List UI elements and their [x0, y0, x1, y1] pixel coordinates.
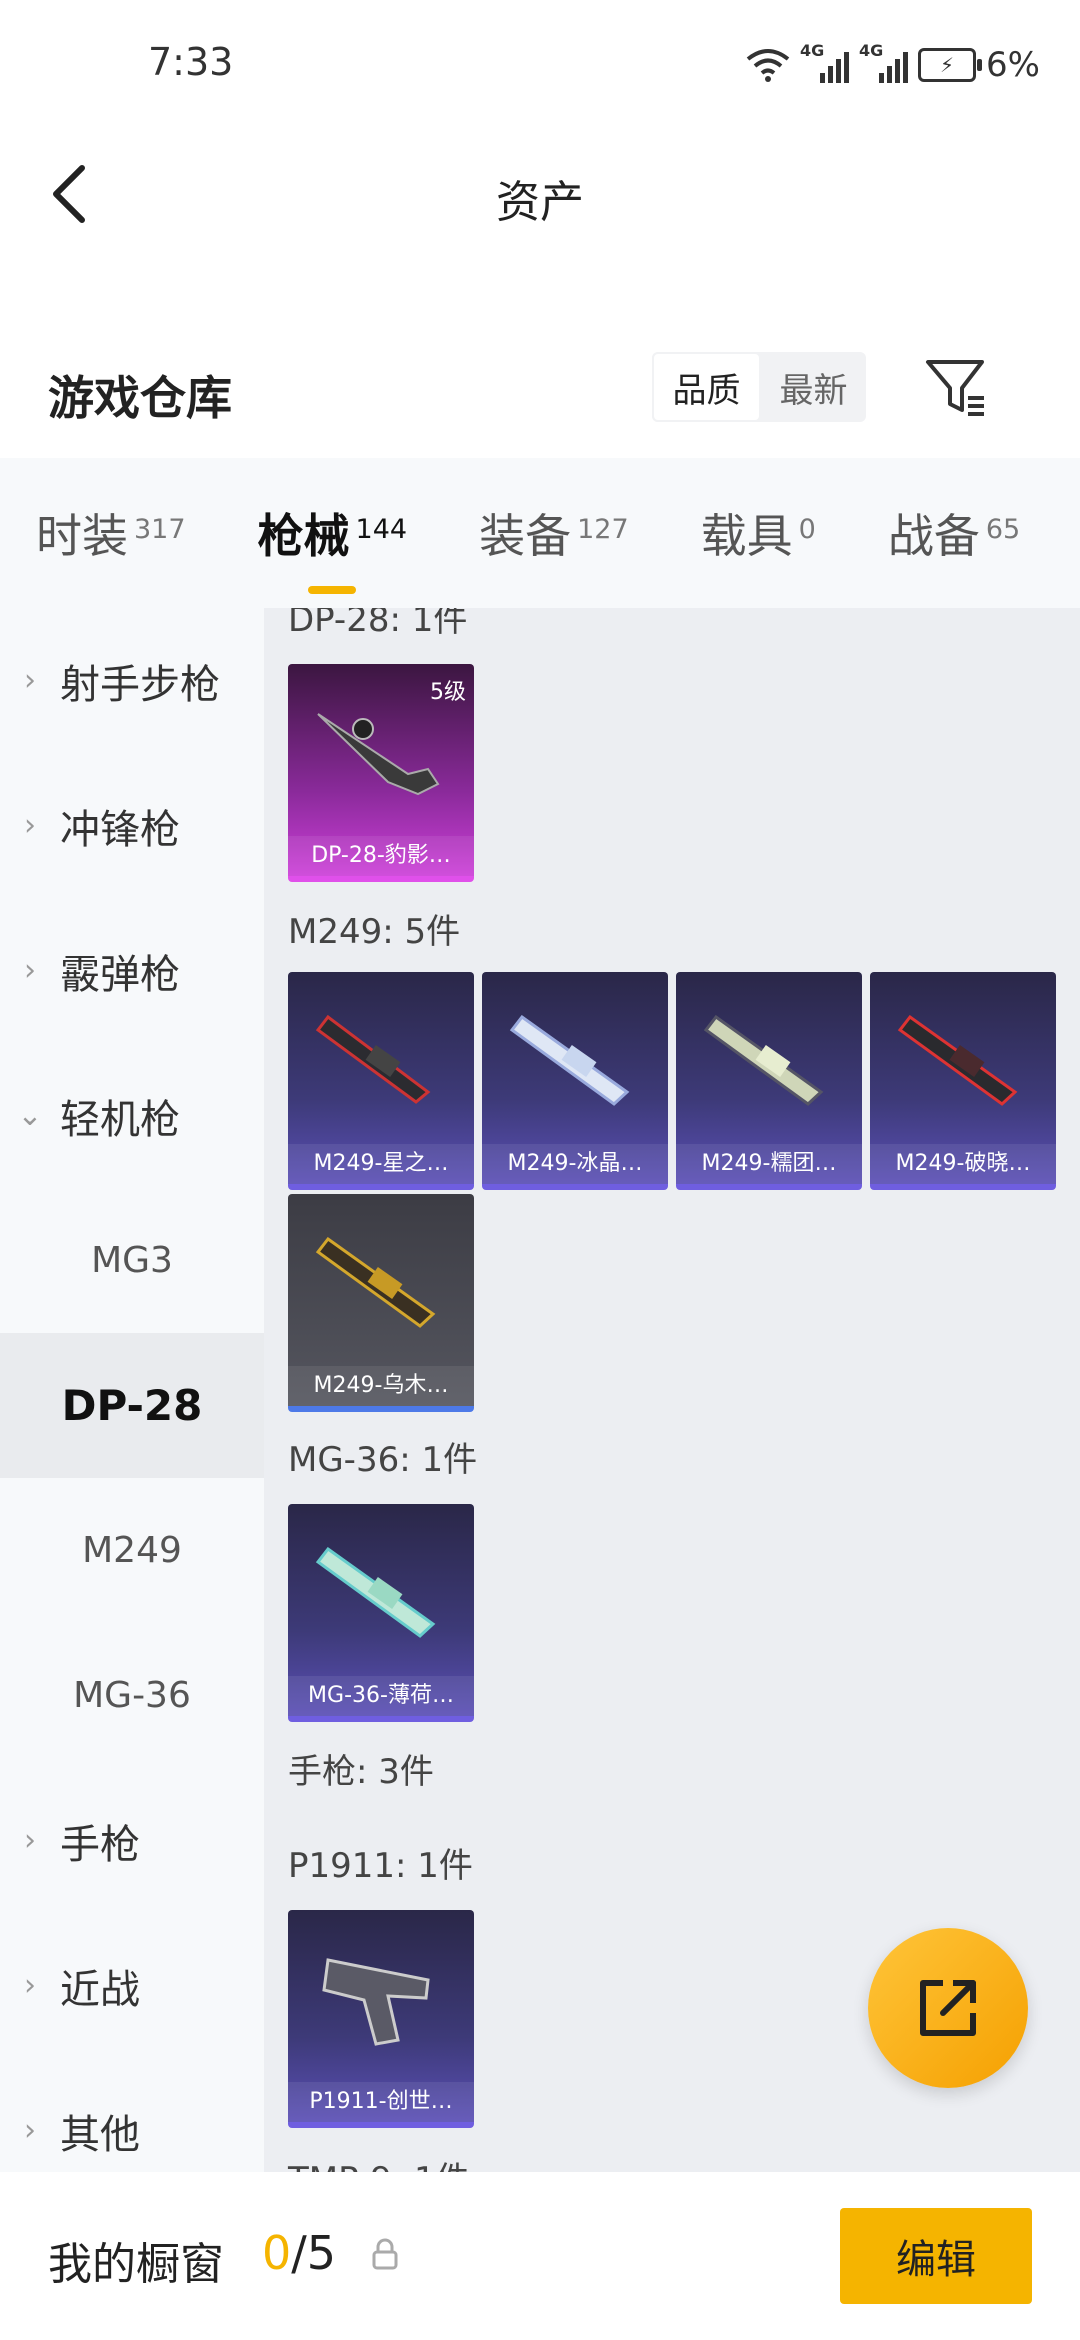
item-card[interactable]: M249-星之…	[288, 972, 474, 1190]
warehouse-header: 游戏仓库 品质 最新	[0, 340, 1080, 460]
item-name: M249-冰晶…	[482, 1144, 668, 1184]
app-header: 资产	[0, 130, 1080, 260]
chevron-right-icon: ›	[24, 808, 36, 843]
sidebar-item-pistol[interactable]: › 手枪	[0, 1768, 264, 1913]
lmg-weapon-icon	[703, 1014, 824, 1106]
sidebar-item-marksman-rifle[interactable]: › 射手步枪	[0, 608, 264, 753]
group-title-m249: M249: 5件	[288, 912, 461, 952]
lmg-weapon-icon	[897, 1014, 1018, 1106]
tab-supplies[interactable]: 战备 65	[888, 500, 1020, 566]
tab-equipment[interactable]: 装备 127	[479, 500, 629, 566]
tab-guns[interactable]: 枪械 144	[258, 500, 407, 594]
sidebar-item-smg[interactable]: › 冲锋枪	[0, 753, 264, 898]
pistol-weapon-icon	[322, 1958, 430, 2046]
item-name: P1911-创世…	[288, 2082, 474, 2122]
status-bar: 7:33 4G 4G ⚡ 6%	[0, 0, 1080, 130]
filter-icon[interactable]	[920, 352, 992, 424]
chevron-right-icon: ›	[24, 2113, 36, 2148]
wifi-icon	[746, 49, 790, 82]
page-title: 资产	[496, 177, 584, 228]
chevron-down-icon: ⌄	[17, 1098, 43, 1133]
item-card[interactable]: MG-36-薄荷…	[288, 1504, 474, 1722]
showcase-count: 0/5	[262, 2226, 337, 2280]
sidebar-subitem-m249[interactable]: M249	[0, 1478, 264, 1623]
item-card[interactable]: 5级 DP-28-豹影…	[288, 664, 474, 882]
item-name: DP-28-豹影…	[288, 836, 474, 876]
lmg-weapon-icon	[315, 1236, 436, 1328]
group-title-pistol: 手枪: 3件	[288, 1752, 434, 1792]
showcase-bar: 我的橱窗 0/5 编辑	[0, 2172, 1080, 2340]
chevron-right-icon: ›	[24, 1968, 36, 2003]
tab-fashion[interactable]: 时装 317	[36, 500, 186, 566]
item-name: M249-糯团…	[676, 1144, 862, 1184]
chevron-right-icon: ›	[24, 953, 36, 988]
weapon-category-sidebar: › 射手步枪 › 冲锋枪 › 霰弹枪 ⌄ 轻机枪 MG3 DP-28 M249 MG-3…	[0, 608, 264, 2172]
external-link-icon	[920, 1980, 976, 2036]
signal-icon-2: 4G	[859, 41, 909, 83]
tab-vehicles[interactable]: 载具 0	[701, 500, 816, 566]
lock-icon	[372, 2238, 398, 2270]
sidebar-item-lmg[interactable]: ⌄ 轻机枪	[0, 1043, 264, 1188]
item-card[interactable]: M249-破晓…	[870, 972, 1056, 1190]
group-title-tmp9: TMP-9: 1件	[288, 2152, 470, 2172]
lmg-weapon-icon	[317, 713, 440, 796]
lmg-weapon-icon	[315, 1546, 436, 1638]
clock: 7:33	[148, 40, 234, 84]
item-card[interactable]: M249-乌木…	[288, 1194, 474, 1412]
item-card[interactable]: M249-糯团…	[676, 972, 862, 1190]
lmg-weapon-icon	[509, 1014, 630, 1106]
sort-quality-button[interactable]: 品质	[652, 352, 761, 422]
status-icons: 4G 4G ⚡ 6%	[746, 40, 1040, 90]
chevron-right-icon: ›	[24, 663, 36, 698]
item-card[interactable]: M249-冰晶…	[482, 972, 668, 1190]
active-tab-indicator	[307, 586, 356, 594]
share-button[interactable]	[868, 1928, 1028, 2088]
sort-toggle: 品质 最新	[652, 352, 866, 422]
item-name: M249-乌木…	[288, 1366, 474, 1406]
sort-newest-button[interactable]: 最新	[761, 352, 866, 422]
chevron-right-icon: ›	[24, 1823, 36, 1858]
sidebar-subitem-dp28[interactable]: DP-28	[0, 1333, 264, 1478]
edit-button[interactable]: 编辑	[840, 2208, 1032, 2304]
showcase-title: 我的橱窗	[48, 2239, 224, 2290]
group-title-dp28: DP-28: 1件	[288, 608, 468, 640]
warehouse-title: 游戏仓库	[48, 371, 232, 425]
item-name: M249-星之…	[288, 1144, 474, 1184]
item-name: M249-破晓…	[870, 1144, 1056, 1184]
signal-icon: 4G	[800, 41, 850, 83]
category-tabs: 时装 317 枪械 144 装备 127 载具 0 战备 65	[0, 458, 1080, 608]
sidebar-item-shotgun[interactable]: › 霰弹枪	[0, 898, 264, 1043]
sidebar-item-melee[interactable]: › 近战	[0, 1913, 264, 2058]
item-card[interactable]: P1911-创世…	[288, 1910, 474, 2128]
sidebar-subitem-mg36[interactable]: MG-36	[0, 1623, 264, 1768]
battery-percent: 6%	[986, 45, 1040, 85]
sidebar-subitem-mg3[interactable]: MG3	[0, 1188, 264, 1333]
group-title-p1911: P1911: 1件	[288, 1846, 473, 1886]
group-title-mg36: MG-36: 1件	[288, 1440, 478, 1480]
battery-icon: ⚡	[918, 48, 983, 82]
lmg-weapon-icon	[315, 1014, 431, 1104]
item-name: MG-36-薄荷…	[288, 1676, 474, 1716]
